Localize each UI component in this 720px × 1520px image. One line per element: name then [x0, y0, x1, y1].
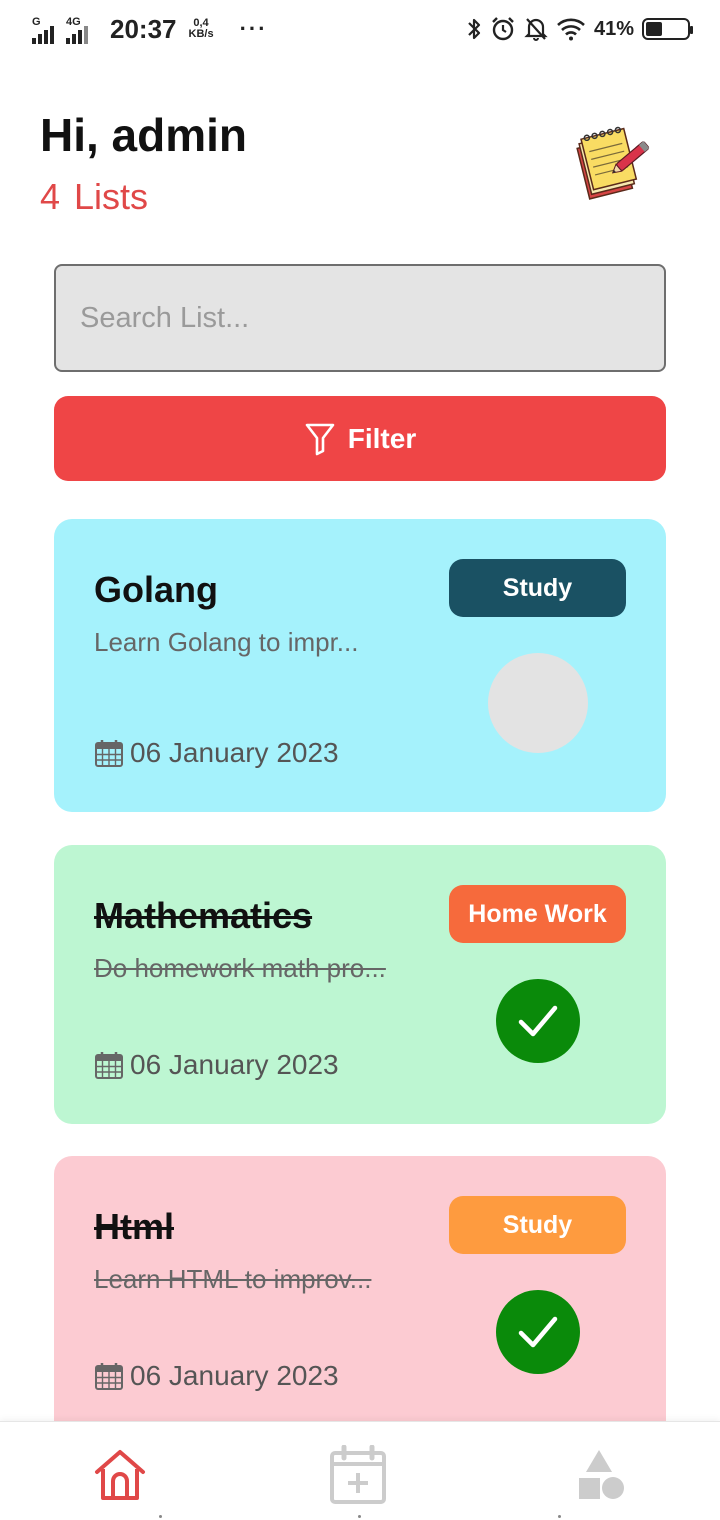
- calendar-add-icon: [330, 1445, 386, 1504]
- category-badge: Home Work: [449, 885, 626, 943]
- card-date: 06 January 2023: [94, 737, 339, 769]
- card-title: Mathematics: [94, 895, 313, 936]
- list-count: 4 Lists: [40, 176, 149, 217]
- speed-unit: KB/s: [188, 28, 214, 40]
- battery-fill: [646, 22, 663, 36]
- calendar-icon: [95, 1052, 123, 1079]
- card-date: 06 January 2023: [94, 1049, 339, 1081]
- wifi-icon: [557, 18, 585, 41]
- filter-label: Filter: [347, 422, 417, 454]
- status-time: 20:37: [110, 13, 177, 44]
- search-input[interactable]: [56, 266, 664, 370]
- search-box: [54, 264, 666, 372]
- shapes-icon: [579, 1450, 624, 1499]
- card-description: Do homework math pro...: [94, 953, 386, 983]
- nav-home[interactable]: [85, 1440, 155, 1510]
- battery-percent: 41%: [593, 17, 634, 40]
- calendar-icon: [95, 740, 123, 767]
- card-title: Html: [94, 1206, 174, 1247]
- complete-toggle[interactable]: [496, 1290, 580, 1374]
- list-card[interactable]: Html Learn HTML to improv... 06 January …: [54, 1156, 666, 1446]
- card-title: Golang: [94, 569, 218, 610]
- network-speed: 0,4 KB/s: [189, 18, 214, 40]
- card-date-text: 06 January 2023: [130, 1049, 339, 1080]
- checkmark-icon: [518, 1005, 558, 1037]
- complete-toggle[interactable]: [488, 653, 588, 753]
- card-description: Learn Golang to impr...: [94, 627, 359, 657]
- battery-icon: [642, 18, 693, 40]
- signal-icon: G 4G: [32, 16, 88, 44]
- greeting-title: Hi, admin: [40, 109, 248, 161]
- notepad-pencil-icon: [576, 126, 650, 200]
- nav-add-list[interactable]: [323, 1440, 393, 1510]
- card-description: Learn HTML to improv...: [94, 1264, 372, 1294]
- nav-categories[interactable]: [566, 1440, 636, 1510]
- list-card[interactable]: Golang Learn Golang to impr... 06 Januar…: [54, 519, 666, 812]
- category-badge: Study: [449, 559, 626, 617]
- card-date-text: 06 January 2023: [130, 737, 339, 768]
- more-notifications: ···: [239, 16, 268, 41]
- network-label-1: G: [32, 16, 41, 28]
- filter-icon: [305, 423, 335, 455]
- card-date-text: 06 January 2023: [130, 1360, 339, 1391]
- checkmark-icon: [518, 1316, 558, 1348]
- status-bar: G 4G 20:37 0,4 KB/s ··· 41%: [0, 0, 720, 58]
- card-date: 06 January 2023: [94, 1360, 339, 1392]
- complete-toggle[interactable]: [496, 979, 580, 1063]
- home-icon: [95, 1450, 145, 1500]
- list-card[interactable]: Mathematics Do homework math pro... 06 J…: [54, 845, 666, 1124]
- alarm-icon: [492, 17, 514, 41]
- filter-button[interactable]: Filter: [54, 396, 666, 481]
- bluetooth-icon: [468, 18, 481, 40]
- bottom-navigation: [0, 1421, 720, 1520]
- category-badge: Study: [449, 1196, 626, 1254]
- network-label-2: 4G: [66, 16, 81, 28]
- calendar-icon: [95, 1363, 123, 1390]
- mute-icon: [524, 18, 548, 41]
